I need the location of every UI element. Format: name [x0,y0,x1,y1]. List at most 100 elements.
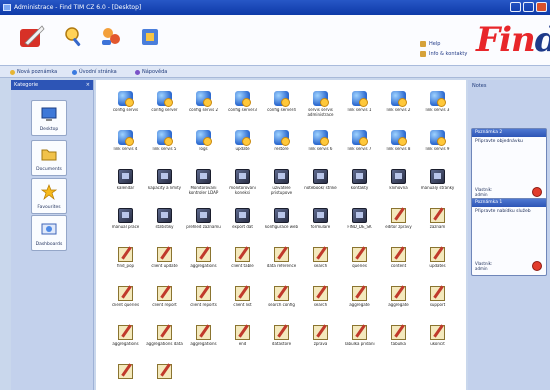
desktop-item[interactable]: config server3 [223,87,262,126]
desktop-item[interactable]: monitorovani koneksi [223,165,262,204]
desktop-item[interactable]: link servis 9 [418,126,457,165]
desktop-item[interactable] [106,360,145,390]
desktop-item[interactable]: aggregations [184,243,223,282]
desktop-item[interactable]: client report [145,282,184,321]
tool-users-icon[interactable] [99,25,123,49]
desktop-item[interactable]: uzivatele pristupove [262,165,301,204]
desktop-item[interactable]: kapacity a limity [145,165,184,204]
desktop-item[interactable]: aggregations data [145,321,184,360]
desktop-item[interactable]: formulare [301,204,340,243]
desktop-item[interactable]: client queries [106,282,145,321]
edit-icon [235,247,250,262]
desktop-item[interactable]: editor zpravy [379,204,418,243]
note-body: Připravte objednávku [475,139,523,144]
desktop-item[interactable]: link servis 4 [106,126,145,165]
info-link[interactable]: Info & kontakty [420,49,470,59]
desktop-item[interactable]: Monitorovani kontroler LDAP [184,165,223,204]
minimize-button[interactable] [510,2,521,12]
sidebar-header: Kategorie × [11,80,93,90]
desktop-item[interactable]: search [301,243,340,282]
note-card[interactable]: Poznámka 1 Připravte nabídku služeb Vlas… [471,198,547,276]
desktop-item[interactable]: FIND_DE_SK [340,204,379,243]
desktop-item[interactable]: link servis 6 [301,126,340,165]
sidebar-item-desktop[interactable]: Desktop [31,100,67,136]
desktop-item[interactable]: updates [418,243,457,282]
desktop-item[interactable]: zaznam [418,204,457,243]
app-system-icon[interactable] [3,4,11,11]
close-button[interactable] [536,2,547,12]
desktop-item[interactable]: link servis 1 [340,87,379,126]
desktop-item[interactable]: manual prace [106,204,145,243]
desktop-item[interactable]: kalendar [106,165,145,204]
desktop-item[interactable]: restore [262,126,301,165]
desktop-item[interactable]: zprava [301,321,340,360]
desktop-item[interactable]: client update [145,243,184,282]
desktop-item-label: kalendar [116,186,135,190]
desktop-item[interactable]: link servis 5 [145,126,184,165]
note-icon [10,69,15,75]
desktop-item[interactable]: aggregations [106,321,145,360]
desktop-item[interactable]: config server4 [262,87,301,126]
desktop-item-label: client report [152,303,177,307]
desktop-item[interactable]: link servis 3 [418,87,457,126]
desktop-item[interactable]: aggregations [184,321,223,360]
desktop-item[interactable]: export dat [223,204,262,243]
help-link[interactable]: Help [420,39,470,49]
desktop-item[interactable]: client reports [184,282,223,321]
desktop-item[interactable]: servis servis administrace [301,87,340,126]
sidebar-item-dashboards[interactable]: Dashboards [31,215,67,251]
notes-title: Notes [472,83,487,89]
delete-note-icon[interactable] [532,261,542,271]
desktop-item[interactable]: search [301,282,340,321]
desktop-item[interactable]: konfigurace web [262,204,301,243]
desktop-item[interactable]: aggregate [340,282,379,321]
desktop-item[interactable]: logs [184,126,223,165]
sidebar-close-button[interactable]: × [86,80,90,90]
desktop-item[interactable]: find_pop [106,243,145,282]
desktop-item[interactable]: config servis 2 [184,87,223,126]
desktop-item[interactable]: config server [145,87,184,126]
desktop-item[interactable]: end [223,321,262,360]
desktop-item[interactable]: client list [223,282,262,321]
sidebar-item-documents[interactable]: Documents [31,140,67,176]
desktop-item[interactable]: support [418,282,457,321]
home-icon [72,69,77,75]
desktop-item[interactable]: knihovna [379,165,418,204]
desktop-item[interactable]: search config [262,282,301,321]
folder-icon [41,149,57,161]
desktop-item[interactable]: Tabulka pridani [340,321,379,360]
desktop-item[interactable]: statistiky [145,204,184,243]
desktop-item[interactable]: notebook/ strike [301,165,340,204]
note-card[interactable]: Poznámka 2 Připravte objednávku Vlastník… [471,128,547,202]
desktop-item-label: restore [274,147,289,151]
desktop-item[interactable]: config servis [106,87,145,126]
tool-logo-icon[interactable] [18,23,46,51]
desktop-item[interactable]: content [379,243,418,282]
tab-new-note[interactable]: Nová poznámka [10,68,57,76]
tab-home[interactable]: Úvodní stránka [72,68,117,76]
desktop-item[interactable]: link servis 7 [340,126,379,165]
desktop-item[interactable]: aggregate [379,282,418,321]
desktop-item[interactable]: queries [340,243,379,282]
maximize-button[interactable] [523,2,534,12]
desktop-item[interactable] [145,360,184,390]
desktop-item[interactable]: tabulka [379,321,418,360]
tool-search-icon[interactable] [62,25,86,49]
desktop-item[interactable]: prehled zaznamu [184,204,223,243]
desktop-item[interactable]: client table [223,243,262,282]
tool-settings-icon[interactable] [138,25,162,49]
delete-note-icon[interactable] [532,187,542,197]
desktop-item[interactable]: kontakty [340,165,379,204]
desktop-item[interactable]: link servis 8 [379,126,418,165]
tab-help[interactable]: Nápověda [135,68,167,76]
sidebar-item-favourites[interactable]: Favourites [31,178,67,214]
desktop-item[interactable]: update [223,126,262,165]
desktop-item-label: FIND_DE_SK [347,225,372,229]
desktop-item[interactable]: ukoncit [418,321,457,360]
desktop-item[interactable]: link servis 2 [379,87,418,126]
desktop-item[interactable]: datastore [262,321,301,360]
edit-icon [196,286,211,301]
desktop-item[interactable]: data reference [262,243,301,282]
desktop-item[interactable]: manualy stranky [418,165,457,204]
config-icon [430,130,446,146]
